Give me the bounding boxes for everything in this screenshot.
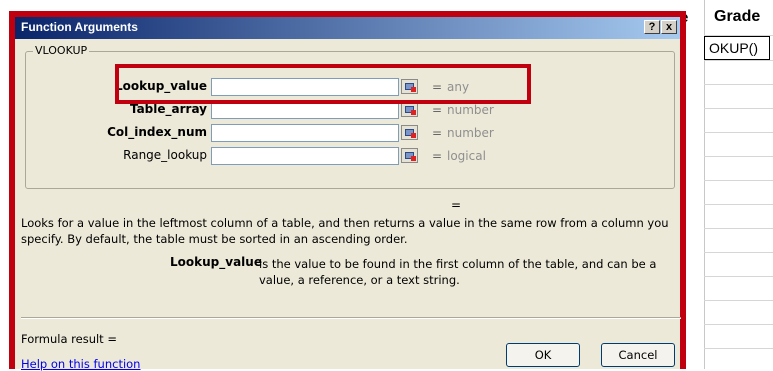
arguments-group [25,51,675,189]
collapse-dialog-icon[interactable] [401,79,418,94]
collapse-dialog-icon[interactable] [401,148,418,163]
function-name-label: VLOOKUP [33,44,90,57]
row-gridline [704,180,773,181]
range-lookup-input[interactable] [211,147,399,165]
active-cell-text: OKUP() [709,40,758,56]
col-index-num-input[interactable] [211,124,399,142]
collapse-dialog-icon[interactable] [401,102,418,117]
table-array-input[interactable] [211,101,399,119]
arg-equals: = [432,80,443,94]
formula-result: Formula result = [21,332,117,346]
function-arguments-dialog: Function Arguments ? x VLOOKUP Lookup_va… [9,11,686,371]
separator [21,317,681,319]
row-gridline [704,60,773,61]
arg-label-table-array: Table_array [129,102,207,116]
arg-type-col-index-num: number [447,126,494,140]
collapse-dialog-icon[interactable] [401,125,418,140]
active-cell[interactable]: OKUP() [704,36,770,60]
arg-type-lookup-value: any [447,80,470,94]
row-gridline [704,228,773,229]
row-gridline [704,108,773,109]
close-button[interactable]: x [661,20,677,34]
cancel-button[interactable]: Cancel [601,343,675,367]
dialog-title: Function Arguments [21,20,138,34]
lookup-value-input[interactable] [211,78,399,96]
arg-equals: = [432,103,443,117]
row-gridline [704,252,773,253]
dialog-titlebar[interactable]: Function Arguments ? x [15,17,680,39]
column-header-grade[interactable]: Grade [714,8,760,26]
argument-description-name: Lookup_value [170,255,262,269]
argument-description-text: is the value to be found in the first co… [259,257,657,287]
row-gridline [704,204,773,205]
arg-label-lookup-value: Lookup_value [115,79,207,93]
ok-button[interactable]: OK [506,343,580,367]
row-gridline [704,276,773,277]
row-gridline [704,324,773,325]
row-gridline [704,156,773,157]
row-gridline [704,348,773,349]
arg-label-col-index-num: Col_index_num [107,125,207,139]
row-gridline [704,84,773,85]
function-result-equals: = [451,198,462,212]
arg-equals: = [432,126,443,140]
function-description: Looks for a value in the leftmost column… [21,216,669,246]
arg-label-range-lookup: Range_lookup [123,148,207,162]
arg-equals: = [432,149,443,163]
arg-type-table-array: number [447,103,494,117]
arg-type-range-lookup: logical [447,149,486,163]
row-gridline [704,300,773,301]
help-title-button[interactable]: ? [644,20,660,34]
row-gridline [704,132,773,133]
